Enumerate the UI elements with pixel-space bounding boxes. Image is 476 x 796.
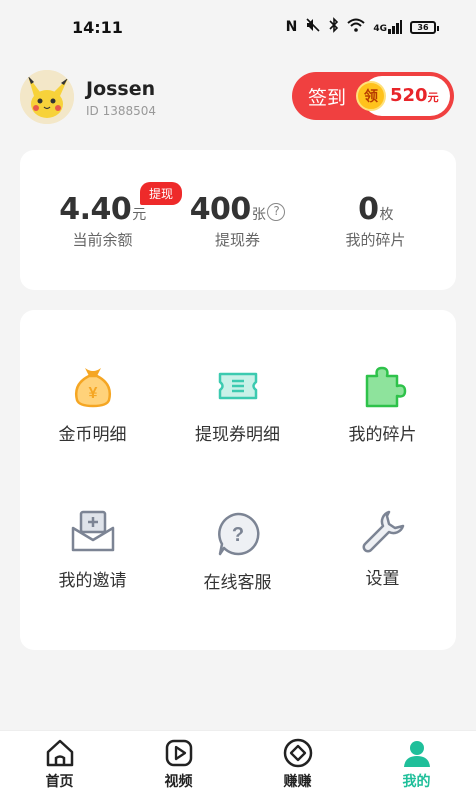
menu-item-voucher-details[interactable]: 提现券明细 bbox=[165, 362, 310, 445]
menu-item-my-invites[interactable]: 我的邀请 bbox=[20, 508, 165, 591]
signal-icon: 4G bbox=[373, 20, 402, 34]
user-id-value: 1388504 bbox=[102, 104, 157, 118]
menu-label: 在线客服 bbox=[203, 573, 272, 593]
checkin-reward: 领 520元 bbox=[356, 76, 450, 116]
status-time: 14:11 bbox=[72, 18, 123, 37]
wifi-icon bbox=[347, 18, 366, 36]
voucher-unit: 张 bbox=[251, 207, 266, 223]
balance-unit: 元 bbox=[132, 207, 146, 223]
mute-icon bbox=[305, 17, 321, 37]
menu-label: 我的邀请 bbox=[58, 571, 127, 591]
coin-icon: 领 bbox=[356, 81, 386, 111]
bottom-tab-bar: 首页 视频 赚赚 我的 bbox=[0, 730, 476, 796]
svg-text:?: ? bbox=[231, 524, 243, 546]
invite-envelope-icon bbox=[71, 510, 114, 552]
username: Jossen bbox=[86, 78, 156, 100]
tab-mine[interactable]: 我的 bbox=[357, 737, 476, 791]
user-id: ID 1388504 bbox=[86, 104, 156, 118]
tab-label: 赚赚 bbox=[283, 774, 312, 790]
user-id-label: ID bbox=[86, 104, 99, 118]
checkin-button[interactable]: 签到 领 520元 bbox=[292, 72, 454, 120]
voucher-value: 400 bbox=[189, 192, 252, 227]
fragment-unit: 枚 bbox=[379, 207, 393, 223]
tab-video[interactable]: 视频 bbox=[119, 737, 238, 791]
checkin-amount-value: 520 bbox=[390, 85, 428, 106]
voucher-label: 提现券 bbox=[214, 231, 260, 249]
voucher-value-row: 400张? bbox=[165, 192, 310, 227]
fragment-label: 我的碎片 bbox=[345, 231, 406, 249]
menu-label: 设置 bbox=[365, 569, 400, 589]
person-icon bbox=[403, 741, 430, 767]
network-type: 4G bbox=[373, 24, 387, 34]
menu-item-customer-service[interactable]: ? 在线客服 bbox=[165, 510, 310, 593]
checkin-label: 签到 bbox=[308, 86, 347, 109]
money-bag-icon: ¥ bbox=[74, 368, 111, 408]
wrench-icon bbox=[362, 510, 404, 553]
status-bar: 14:11 N 4G 36 bbox=[0, 0, 476, 52]
menu-label: 我的碎片 bbox=[348, 425, 417, 445]
tab-label: 首页 bbox=[45, 774, 74, 790]
tab-home[interactable]: 首页 bbox=[0, 737, 119, 791]
menu-card: ¥ 金币明细 提现券明细 我的碎片 我的邀请 ? 在线客服 设置 bbox=[20, 310, 456, 650]
help-icon[interactable]: ? bbox=[267, 203, 286, 221]
menu-label: 提现券明细 bbox=[195, 425, 280, 445]
status-icons: N 4G 36 bbox=[285, 17, 439, 37]
checkin-amount-unit: 元 bbox=[427, 91, 439, 104]
home-icon bbox=[46, 739, 73, 767]
tab-label: 我的 bbox=[402, 774, 431, 790]
stats-card: 提现 4.40元 当前余额 400张? 提现券 0枚 我的碎片 bbox=[20, 150, 456, 290]
balance-value-row: 4.40元 bbox=[30, 192, 175, 227]
fragment-stat[interactable]: 0枚 我的碎片 bbox=[303, 192, 448, 250]
nfc-icon: N bbox=[285, 19, 298, 35]
balance-value: 4.40 bbox=[59, 192, 132, 227]
fragment-value: 0 bbox=[358, 192, 379, 227]
ticket-icon bbox=[218, 372, 257, 400]
voucher-stat[interactable]: 400张? 提现券 bbox=[165, 192, 310, 250]
battery-icon: 36 bbox=[410, 20, 439, 34]
question-chat-icon: ? bbox=[217, 512, 260, 556]
svg-text:¥: ¥ bbox=[88, 385, 97, 402]
balance-stat[interactable]: 4.40元 当前余额 bbox=[30, 192, 175, 250]
avatar[interactable] bbox=[20, 70, 74, 124]
menu-item-settings[interactable]: 设置 bbox=[310, 506, 455, 589]
tab-label: 视频 bbox=[164, 774, 193, 790]
menu-item-coin-details[interactable]: ¥ 金币明细 bbox=[20, 362, 165, 445]
menu-item-my-fragments[interactable]: 我的碎片 bbox=[310, 362, 455, 445]
checkin-amount: 520元 bbox=[390, 85, 439, 106]
balance-label: 当前余额 bbox=[72, 231, 133, 249]
puzzle-icon bbox=[365, 366, 406, 408]
fragment-value-row: 0枚 bbox=[303, 192, 448, 227]
video-play-icon bbox=[165, 739, 192, 767]
bluetooth-icon bbox=[329, 17, 339, 37]
diamond-coin-icon bbox=[283, 738, 312, 768]
menu-label: 金币明细 bbox=[58, 425, 127, 445]
tab-earn[interactable]: 赚赚 bbox=[238, 737, 357, 791]
